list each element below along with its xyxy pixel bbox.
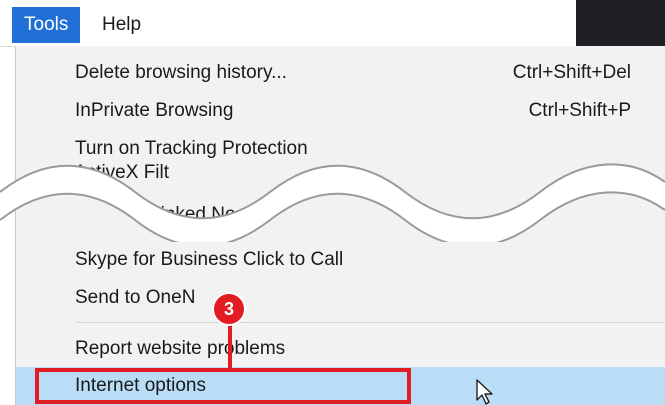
menu-item-skype-click-to-call[interactable]: Skype for Business Click to Call [16,243,665,277]
tear-wave [0,163,665,242]
menu-bar: Tools Help [0,0,665,47]
mouse-cursor-icon [476,379,493,405]
menu-item-delete-browsing-history[interactable]: Delete browsing history... Ctrl+Shift+De… [16,56,665,90]
menu-item-label: Report website problems [75,338,286,359]
menu-item-send-to-onenote[interactable]: Send to OneN [16,281,665,315]
window-background [576,0,665,46]
highlight-box [35,368,411,404]
menu-item-label: Delete browsing history... [75,62,287,83]
menu-item-shortcut: Ctrl+Shift+Del [512,62,631,83]
step-badge: 3 [212,292,246,326]
torn-edge: ActiveX Filt Linked No [0,152,665,242]
callout-line [228,325,232,370]
help-menu[interactable]: Help [90,7,153,43]
menu-item-label: Skype for Business Click to Call [75,249,344,270]
menu-item-label: InPrivate Browsing [75,100,234,121]
menu-item-label: Send to OneN [75,287,196,308]
menu-item-inprivate-browsing[interactable]: InPrivate Browsing Ctrl+Shift+P [16,94,665,128]
tools-menu[interactable]: Tools [12,7,81,43]
menu-item-report-website-problems[interactable]: Report website problems [16,332,665,366]
menu-item-shortcut: Ctrl+Shift+P [528,100,631,121]
menu-separator [76,322,665,323]
